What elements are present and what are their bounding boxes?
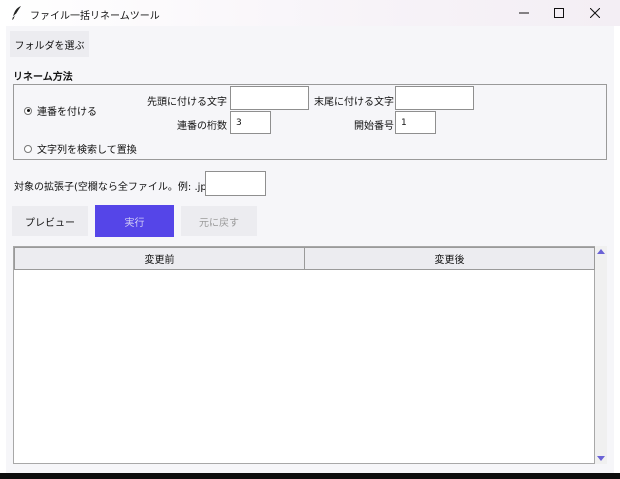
minimize-icon xyxy=(519,12,529,14)
maximize-icon xyxy=(554,8,564,18)
select-folder-button[interactable]: フォルダを選ぶ xyxy=(10,31,89,57)
radio-unselected-icon xyxy=(24,144,32,153)
column-header-after[interactable]: 変更後 xyxy=(304,247,595,270)
execute-button[interactable]: 実行 xyxy=(95,205,174,237)
start-number-input[interactable] xyxy=(395,111,436,134)
prefix-label: 先頭に付ける文字 xyxy=(147,97,227,108)
undo-button[interactable]: 元に戻す xyxy=(181,206,257,236)
scroll-down-icon[interactable] xyxy=(597,456,605,461)
close-icon xyxy=(590,8,600,18)
table-scrollbar[interactable] xyxy=(595,246,607,464)
client-area: フォルダを選ぶ リネーム方法 連番を付ける 文字列を検索して置換 先頭に付ける文… xyxy=(6,26,614,473)
rename-preview-table[interactable]: 変更前 変更後 xyxy=(13,246,595,464)
extension-input[interactable] xyxy=(205,171,266,196)
radio-search-replace-label: 文字列を検索して置換 xyxy=(37,145,137,156)
suffix-label: 末尾に付ける文字 xyxy=(314,97,394,108)
maximize-button[interactable] xyxy=(541,0,577,26)
start-number-label: 開始番号 xyxy=(354,121,394,132)
prefix-input[interactable] xyxy=(230,86,309,110)
window-title: ファイル一括リネームツール xyxy=(30,11,160,22)
preview-button[interactable]: プレビュー xyxy=(12,206,88,236)
extension-label: 対象の拡張子(空欄なら全ファイル。例: .jpg) xyxy=(14,182,218,193)
feather-pen-icon xyxy=(12,6,21,20)
rename-method-label: リネーム方法 xyxy=(13,72,73,83)
radio-sequential-label: 連番を付ける xyxy=(37,107,97,118)
digits-input[interactable] xyxy=(230,111,271,134)
close-button[interactable] xyxy=(577,0,613,26)
digits-label: 連番の桁数 xyxy=(177,121,227,132)
radio-selected-icon xyxy=(24,106,32,115)
window-bottom-edge xyxy=(0,473,620,479)
suffix-input[interactable] xyxy=(395,86,474,110)
title-bar: ファイル一括リネームツール xyxy=(0,0,620,26)
column-header-before[interactable]: 変更前 xyxy=(14,247,305,270)
rename-method-frame: 連番を付ける 文字列を検索して置換 先頭に付ける文字 末尾に付ける文字 連番の桁… xyxy=(13,84,607,160)
radio-sequential[interactable]: 連番を付ける xyxy=(24,103,97,118)
scroll-up-icon[interactable] xyxy=(597,249,605,254)
minimize-button[interactable] xyxy=(506,0,542,26)
radio-search-replace[interactable]: 文字列を検索して置換 xyxy=(24,141,137,156)
